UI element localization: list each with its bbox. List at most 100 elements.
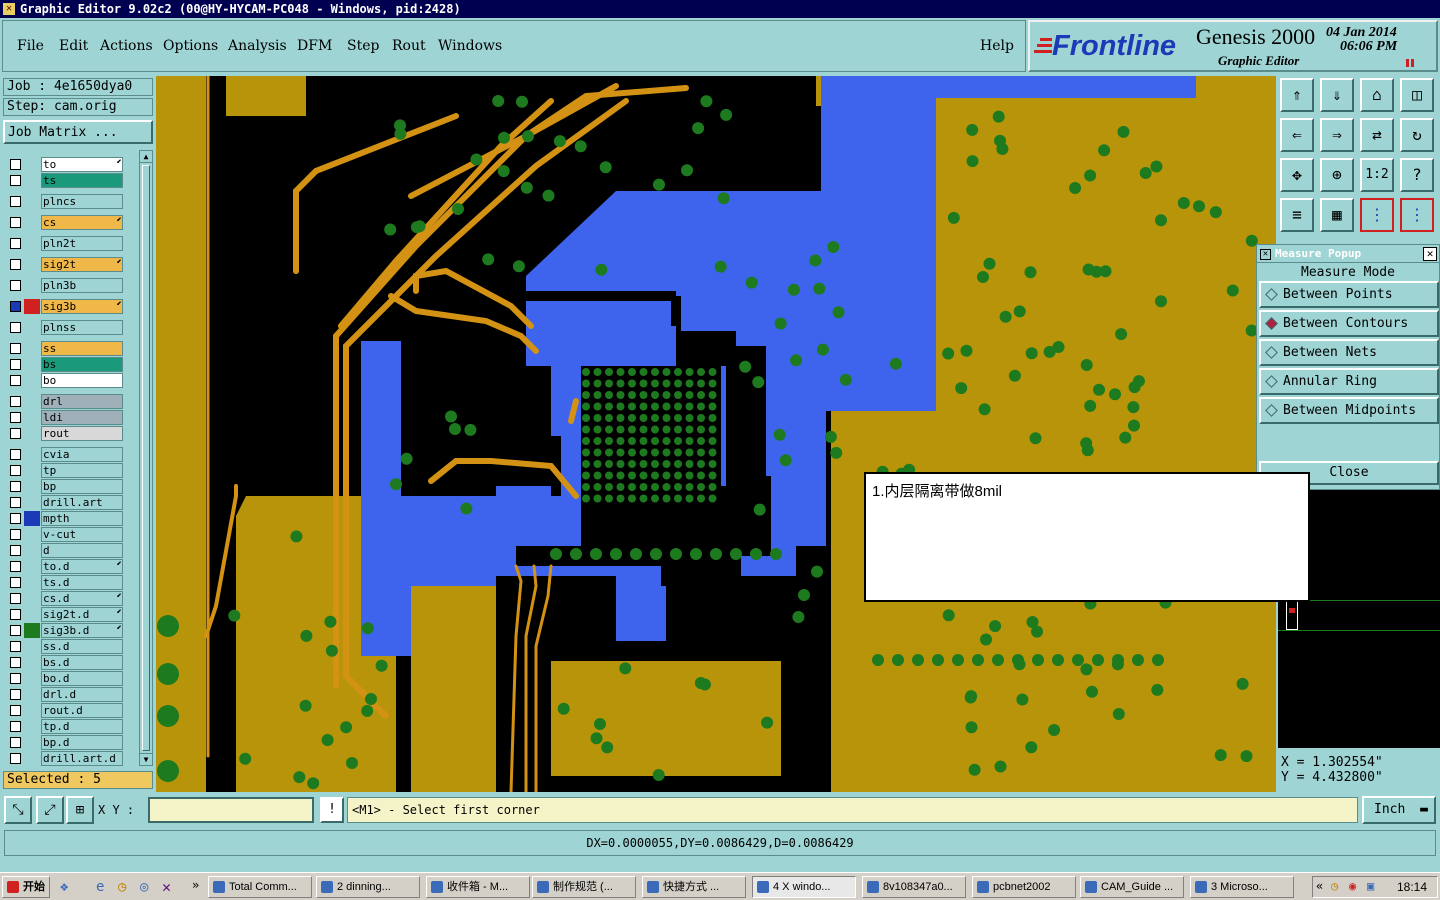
layer-row[interactable]: rout.d	[6, 703, 124, 718]
rotate-icon[interactable]: ↻	[1400, 118, 1434, 152]
task-button[interactable]: 制作规范 (...	[532, 876, 636, 898]
layer-row[interactable]: bp	[6, 479, 124, 494]
task-button[interactable]: 4 X windo...	[752, 876, 856, 898]
task-button[interactable]: 快捷方式 ...	[642, 876, 746, 898]
task-button[interactable]: 8v108347a0...	[862, 876, 966, 898]
zoom-in-icon[interactable]: ✥	[1280, 158, 1314, 192]
layer-checkbox[interactable]	[10, 280, 21, 291]
help-question-icon[interactable]: ?	[1400, 158, 1434, 192]
layer-display-slot[interactable]	[24, 639, 40, 654]
layer-row[interactable]: sig2t.d ⬋	[6, 607, 124, 622]
layer-checkbox[interactable]	[10, 641, 21, 652]
menu-options[interactable]: Options	[163, 38, 218, 54]
layer-display-slot[interactable]	[24, 719, 40, 734]
layer-row[interactable]: bo	[6, 373, 124, 388]
layer-display-slot[interactable]	[24, 623, 40, 638]
layer-checkbox[interactable]	[10, 753, 21, 764]
layer-checkbox[interactable]	[10, 577, 21, 588]
scroll-thumb[interactable]	[142, 165, 150, 751]
exclamation-button[interactable]: !	[320, 797, 344, 823]
layer-display-slot[interactable]	[24, 591, 40, 606]
pause-icon[interactable]	[1406, 59, 1414, 67]
task-button[interactable]: pcbnet2002	[972, 876, 1076, 898]
layer-checkbox[interactable]	[10, 609, 21, 620]
task-button[interactable]: 2 dinning...	[316, 876, 420, 898]
layer-checkbox[interactable]	[10, 322, 21, 333]
pan-right-icon[interactable]: ⇒	[1320, 118, 1354, 152]
units-selector[interactable]: Inch ▬	[1362, 796, 1436, 824]
layer-checkbox[interactable]	[10, 561, 21, 572]
layer-row[interactable]: drl.d	[6, 687, 124, 702]
layer-row[interactable]: to ⬋	[6, 157, 124, 172]
menu-help[interactable]: Help	[980, 38, 1014, 54]
window-split-icon[interactable]: ◫	[1400, 78, 1434, 112]
layer-display-slot[interactable]	[24, 320, 40, 335]
layer-display-slot[interactable]	[24, 511, 40, 526]
zoom-home-icon[interactable]: ⇑	[1280, 78, 1314, 112]
layer-display-slot[interactable]	[24, 410, 40, 425]
layer-checkbox[interactable]	[10, 529, 21, 540]
menu-windows[interactable]: Windows	[438, 38, 502, 54]
zoom-down-icon[interactable]: ⇓	[1320, 78, 1354, 112]
layer-display-slot[interactable]	[24, 236, 40, 251]
layer-checkbox[interactable]	[10, 259, 21, 270]
layer-checkbox[interactable]	[10, 625, 21, 636]
layer-row[interactable]: plnss	[6, 320, 124, 335]
layer-checkbox[interactable]	[10, 513, 21, 524]
layer-row[interactable]: bo.d	[6, 671, 124, 686]
layer-display-slot[interactable]	[24, 373, 40, 388]
layer-display-slot[interactable]	[24, 463, 40, 478]
scroll-up-icon[interactable]: ▲	[140, 151, 152, 163]
measure-tool-icon[interactable]: ⋮	[1400, 198, 1434, 232]
graphic-canvas[interactable]	[156, 76, 1276, 792]
layer-checkbox[interactable]	[10, 465, 21, 476]
layer-row[interactable]: cs ⬋	[6, 215, 124, 230]
layer-row[interactable]: to.d ⬋	[6, 559, 124, 574]
layer-row[interactable]: ss.d	[6, 639, 124, 654]
layer-checkbox[interactable]	[10, 175, 21, 186]
snap-icon[interactable]: ⋮	[1360, 198, 1394, 232]
menu-actions[interactable]: Actions	[100, 38, 153, 54]
layer-display-slot[interactable]	[24, 735, 40, 750]
layer-checkbox[interactable]	[10, 657, 21, 668]
layer-row[interactable]: plncs	[6, 194, 124, 209]
layer-checkbox[interactable]	[10, 301, 21, 312]
layer-row[interactable]: drill.art.d	[6, 751, 124, 766]
task-button[interactable]: 3 Microso...	[1190, 876, 1294, 898]
layer-checkbox[interactable]	[10, 396, 21, 407]
menu-rout[interactable]: Rout	[392, 38, 426, 54]
grid-icon[interactable]: ▦	[1320, 198, 1354, 232]
layer-display-slot[interactable]	[24, 299, 40, 314]
layer-checkbox[interactable]	[10, 238, 21, 249]
layer-display-slot[interactable]	[24, 447, 40, 462]
pcb-drawing[interactable]	[156, 76, 1276, 792]
layer-row[interactable]: cs.d ⬋	[6, 591, 124, 606]
layer-row[interactable]: pln3b	[6, 278, 124, 293]
layer-display-slot[interactable]	[24, 575, 40, 590]
menu-edit[interactable]: Edit	[59, 38, 88, 54]
layer-row[interactable]: bs	[6, 357, 124, 372]
layer-display-slot[interactable]	[24, 479, 40, 494]
layer-checkbox[interactable]	[10, 673, 21, 684]
layer-row[interactable]: sig3b ⬋	[6, 299, 124, 314]
measure-option[interactable]: Between Points	[1259, 281, 1439, 308]
task-button[interactable]: Total Comm...	[208, 876, 312, 898]
menu-step[interactable]: Step	[347, 38, 379, 54]
layer-checkbox[interactable]	[10, 705, 21, 716]
ie-icon[interactable]: e	[96, 879, 104, 895]
layer-row[interactable]: bs.d	[6, 655, 124, 670]
layer-display-slot[interactable]	[24, 194, 40, 209]
menu-analysis[interactable]: Analysis	[228, 38, 287, 54]
layer-checkbox[interactable]	[10, 428, 21, 439]
layer-display-slot[interactable]	[24, 257, 40, 272]
measure-option[interactable]: Between Nets	[1259, 339, 1439, 366]
layer-row[interactable]: pln2t	[6, 236, 124, 251]
layer-display-slot[interactable]	[24, 687, 40, 702]
layer-display-slot[interactable]	[24, 357, 40, 372]
layer-row[interactable]: v-cut	[6, 527, 124, 542]
more-icon[interactable]: »	[192, 878, 199, 892]
measure-option[interactable]: Between Midpoints	[1259, 397, 1439, 424]
layer-checkbox[interactable]	[10, 689, 21, 700]
layer-checkbox[interactable]	[10, 343, 21, 354]
layer-row[interactable]: drill.art	[6, 495, 124, 510]
